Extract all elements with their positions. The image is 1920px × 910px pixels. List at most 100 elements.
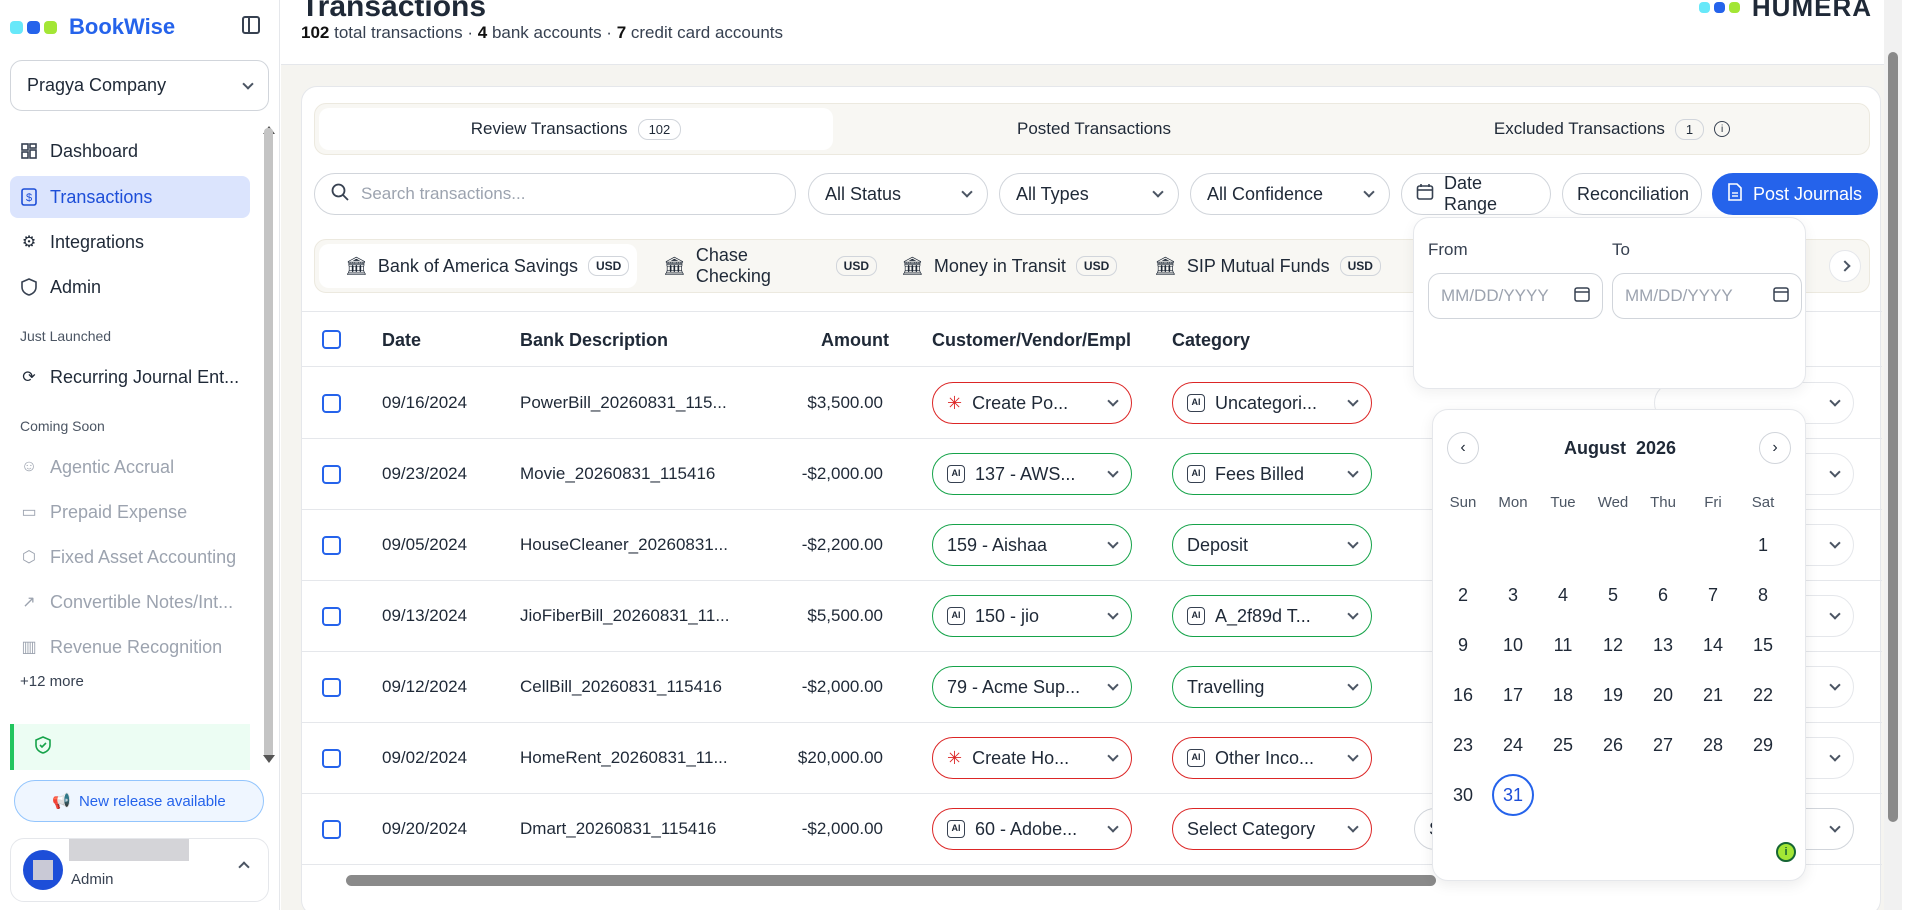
reconciliation-button[interactable]: Reconciliation xyxy=(1562,173,1702,215)
calendar-day[interactable]: 17 xyxy=(1492,674,1534,716)
calendar-day[interactable]: 20 xyxy=(1642,674,1684,716)
calendar-day[interactable]: 27 xyxy=(1642,724,1684,766)
column-header-category[interactable]: Category xyxy=(1172,330,1250,351)
info-icon[interactable]: i xyxy=(1776,842,1796,862)
row-checkbox[interactable] xyxy=(322,465,341,484)
sidebar-item-fixed-asset[interactable]: ⬡ Fixed Asset Accounting xyxy=(10,536,250,578)
sidebar-item-dashboard[interactable]: Dashboard xyxy=(10,130,250,172)
calendar-day[interactable]: 7 xyxy=(1692,574,1734,616)
row-checkbox[interactable] xyxy=(322,607,341,626)
column-header-description[interactable]: Bank Description xyxy=(520,330,668,351)
search-field[interactable]: Search transactions... xyxy=(314,173,796,215)
sidebar-item-admin[interactable]: Admin xyxy=(10,266,250,308)
calendar-day[interactable]: 2 xyxy=(1442,574,1484,616)
category-select[interactable]: Travelling xyxy=(1172,666,1372,708)
calendar-day[interactable]: 23 xyxy=(1442,724,1484,766)
calendar-day[interactable]: 12 xyxy=(1592,624,1634,666)
search-input[interactable]: Search transactions... xyxy=(361,184,525,204)
tab-excluded-transactions[interactable]: Excluded Transactions 1 i xyxy=(1355,108,1869,150)
calendar-day[interactable]: 4 xyxy=(1542,574,1584,616)
from-date-input[interactable]: MM/DD/YYYY xyxy=(1428,273,1603,319)
company-selector[interactable]: Pragya Company xyxy=(10,60,269,111)
calendar-day[interactable]: 25 xyxy=(1542,724,1584,766)
calendar-prev-button[interactable]: ‹ xyxy=(1447,432,1479,464)
calendar-day[interactable]: 6 xyxy=(1642,574,1684,616)
calendar-day[interactable]: 26 xyxy=(1592,724,1634,766)
sidebar-item-transactions[interactable]: $ Transactions xyxy=(10,176,250,218)
more-link[interactable]: +12 more xyxy=(20,673,84,690)
calendar-day[interactable]: 10 xyxy=(1492,624,1534,666)
category-select[interactable]: AI Uncategori... xyxy=(1172,382,1372,424)
calendar-day[interactable]: 9 xyxy=(1442,624,1484,666)
calendar-day[interactable]: 15 xyxy=(1742,624,1784,666)
table-horizontal-scrollbar[interactable] xyxy=(346,875,1436,886)
page-scrollbar-thumb[interactable] xyxy=(1888,52,1898,822)
vendor-select[interactable]: 79 - Acme Sup... xyxy=(932,666,1132,708)
tab-review-transactions[interactable]: Review Transactions 102 xyxy=(319,108,833,150)
row-checkbox[interactable] xyxy=(322,820,341,839)
sidebar-item-integrations[interactable]: ⚙ Integrations xyxy=(10,221,250,263)
sidebar-item-prepaid-expense[interactable]: ▭ Prepaid Expense xyxy=(10,491,250,533)
logo[interactable]: BookWise xyxy=(10,14,175,40)
calendar-day[interactable]: 24 xyxy=(1492,724,1534,766)
calendar-day[interactable]: 22 xyxy=(1742,674,1784,716)
category-select[interactable]: AI Other Inco... xyxy=(1172,737,1372,779)
account-tab[interactable]: 🏛 Chase Checking USD xyxy=(637,244,877,288)
calendar-day[interactable]: 18 xyxy=(1542,674,1584,716)
category-select[interactable]: AI Fees Billed xyxy=(1172,453,1372,495)
calendar-day[interactable]: 3 xyxy=(1492,574,1534,616)
calendar-day[interactable]: 1 xyxy=(1742,524,1784,566)
column-header-vendor[interactable]: Customer/Vendor/Empl xyxy=(932,330,1131,351)
calendar-day[interactable]: 13 xyxy=(1642,624,1684,666)
vendor-select[interactable]: 159 - Aishaa xyxy=(932,524,1132,566)
column-header-amount[interactable]: Amount xyxy=(821,330,889,351)
sidebar-item-agentic-accrual[interactable]: ☺ Agentic Accrual xyxy=(10,446,250,488)
category-select[interactable]: Select Category xyxy=(1172,808,1372,850)
post-journals-button[interactable]: Post Journals xyxy=(1712,173,1878,215)
sidebar-item-revenue-recognition[interactable]: ▥ Revenue Recognition xyxy=(10,626,250,668)
status-filter[interactable]: All Status xyxy=(808,173,988,215)
sidebar-toggle-icon[interactable] xyxy=(242,16,260,34)
calendar-day[interactable]: 8 xyxy=(1742,574,1784,616)
page-scrollbar[interactable] xyxy=(1884,0,1902,910)
calendar-day[interactable]: 21 xyxy=(1692,674,1734,716)
vendor-select[interactable]: ✳ Create Po... xyxy=(932,382,1132,424)
category-select[interactable]: Deposit xyxy=(1172,524,1372,566)
calendar-day-selected[interactable]: 31 xyxy=(1492,774,1534,816)
sidebar-item-convertible-notes[interactable]: ↗ Convertible Notes/Int... xyxy=(10,581,250,623)
row-checkbox[interactable] xyxy=(322,678,341,697)
sidebar-scrollbar[interactable] xyxy=(264,128,273,758)
calendar-day[interactable]: 14 xyxy=(1692,624,1734,666)
select-all-checkbox[interactable] xyxy=(322,330,341,349)
user-menu[interactable]: Admin xyxy=(10,838,269,902)
row-checkbox[interactable] xyxy=(322,749,341,768)
calendar-day[interactable]: 11 xyxy=(1542,624,1584,666)
scroll-down-icon[interactable] xyxy=(263,755,275,763)
account-tab[interactable]: 🏛 SIP Mutual Funds USD xyxy=(1128,244,1408,288)
row-checkbox[interactable] xyxy=(322,536,341,555)
confidence-filter[interactable]: All Confidence xyxy=(1190,173,1390,215)
accounts-next-button[interactable] xyxy=(1829,250,1861,282)
calendar-next-button[interactable]: › xyxy=(1759,432,1791,464)
to-date-input[interactable]: MM/DD/YYYY xyxy=(1612,273,1802,319)
tab-posted-transactions[interactable]: Posted Transactions xyxy=(837,108,1351,150)
category-select[interactable]: AI A_2f89d T... xyxy=(1172,595,1372,637)
calendar-day[interactable]: 5 xyxy=(1592,574,1634,616)
sidebar-item-recurring-journal[interactable]: ⟳ Recurring Journal Ent... xyxy=(10,356,250,398)
account-tab[interactable]: 🏛 Money in Transit USD xyxy=(875,244,1135,288)
calendar-day[interactable]: 19 xyxy=(1592,674,1634,716)
calendar-day[interactable]: 29 xyxy=(1742,724,1784,766)
types-filter[interactable]: All Types xyxy=(999,173,1179,215)
account-tab[interactable]: 🏛 Bank of America Savings USD xyxy=(319,244,637,288)
calendar-day[interactable]: 28 xyxy=(1692,724,1734,766)
date-range-button[interactable]: Date Range xyxy=(1401,173,1551,215)
vendor-select[interactable]: AI 150 - jio xyxy=(932,595,1132,637)
row-checkbox[interactable] xyxy=(322,394,341,413)
vendor-select[interactable]: ✳ Create Ho... xyxy=(932,737,1132,779)
column-header-date[interactable]: Date xyxy=(382,330,421,351)
info-icon[interactable]: i xyxy=(1714,121,1731,137)
calendar-day[interactable]: 16 xyxy=(1442,674,1484,716)
vendor-select[interactable]: AI 137 - AWS... xyxy=(932,453,1132,495)
new-release-button[interactable]: 📢 New release available xyxy=(14,780,264,822)
vendor-select[interactable]: AI 60 - Adobe... xyxy=(932,808,1132,850)
